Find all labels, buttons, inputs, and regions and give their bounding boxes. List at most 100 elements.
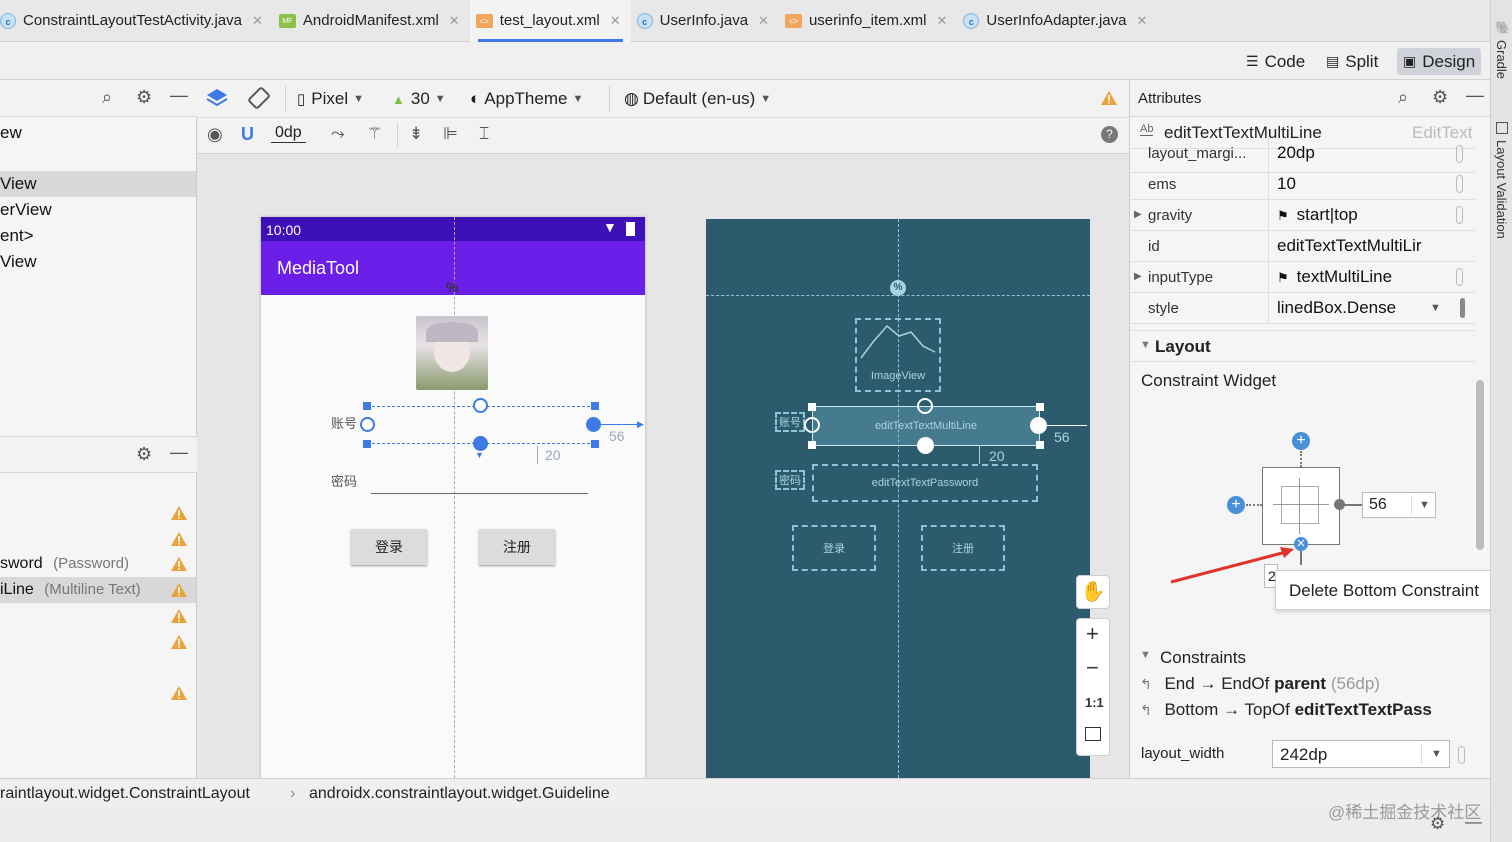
pack-icon[interactable]: ⇟ [409,124,423,144]
search-icon[interactable]: ⌕ [1398,87,1408,108]
theme-selector[interactable]: ◐ AppTheme ▼ [470,88,583,110]
layout-validation-tool-button[interactable]: Layout Validation [1494,140,1509,239]
locale-selector[interactable]: ◍ Default (en-us) ▼ [624,88,771,110]
zoom-actual-size[interactable]: 1:1 [1085,695,1104,710]
end-anchor[interactable] [1030,417,1047,434]
password-field[interactable] [371,493,588,494]
attr-row-gravity[interactable]: ▶ gravity ⚑ start|top [1130,200,1475,231]
design-mode-button[interactable]: ▣ Design [1397,48,1482,75]
add-top-constraint-icon[interactable]: + [1292,432,1310,450]
gear-icon[interactable]: ⚙ [1430,814,1445,834]
register-button-outline[interactable]: 注册 [921,525,1005,571]
close-icon[interactable]: ✕ [758,13,769,29]
resize-handle[interactable] [591,440,599,448]
imageview-outline[interactable]: ImageView [855,318,941,392]
attr-value[interactable]: editTextTextMultiLir [1268,231,1468,261]
top-anchor[interactable] [917,398,933,414]
tab-androidmanifest[interactable]: MF AndroidManifest.xml ✕ [273,0,470,42]
constraints-section-title[interactable]: Constraints [1160,648,1246,668]
palette-item[interactable]: View [0,171,196,197]
expand-arrow-icon[interactable]: ▶ [1134,271,1142,282]
warning-icon[interactable] [170,608,188,624]
close-icon[interactable]: ✕ [936,13,947,29]
tab-constraintlayouttestactivity[interactable]: c ConstraintLayoutTestActivity.java ✕ [0,0,273,42]
breadcrumb-guideline[interactable]: androidx.constraintlayout.widget.Guideli… [309,779,610,809]
magic-wand-icon[interactable]: ⚚ [367,124,382,144]
help-icon[interactable]: ? [1101,126,1118,143]
layout-section-header[interactable]: ▼ Layout [1130,330,1475,362]
tab-userinfo[interactable]: c UserInfo.java ✕ [631,0,779,42]
resize-handle[interactable] [808,441,816,449]
resize-handle[interactable] [591,402,599,410]
top-anchor[interactable] [473,398,488,413]
gear-icon[interactable]: ⚙ [136,87,152,108]
close-icon[interactable]: ✕ [449,13,460,29]
chevron-down-icon[interactable]: ▼ [1430,302,1441,314]
attr-value[interactable]: linedBox.Dense [1268,293,1444,323]
tab-userinfoadapter[interactable]: c UserInfoAdapter.java ✕ [957,0,1157,42]
attr-value[interactable]: 20dp [1268,138,1468,168]
register-button[interactable]: 注册 [479,529,555,565]
guidelines-icon[interactable]: ⌶ [479,124,489,144]
pan-hand-icon[interactable]: ✋ [1076,575,1110,609]
breadcrumb-constraintlayout[interactable]: raintlayout.widget.ConstraintLayout [0,779,250,809]
code-mode-button[interactable]: ☰ Code [1240,48,1311,75]
palette-item[interactable]: View [0,249,196,275]
bottom-anchor[interactable] [917,437,934,454]
password-label-outline[interactable]: 密码 [775,470,805,490]
palette-item[interactable]: erView [0,197,196,223]
magnet-icon[interactable]: U [241,124,254,145]
resize-handle[interactable] [363,440,371,448]
end-constraint-dot[interactable] [1334,499,1345,510]
guideline-percent-marker[interactable]: % [446,279,458,295]
attr-reference-button[interactable] [1456,175,1463,193]
attr-value[interactable]: 10 [1268,169,1468,199]
close-icon[interactable]: ✕ [610,13,621,29]
layers-icon[interactable] [205,86,229,110]
device-selector[interactable]: ▯ Pixel ▼ [297,88,364,110]
minimize-icon[interactable]: — [1465,812,1482,832]
resize-handle[interactable] [1036,403,1044,411]
login-button-outline[interactable]: 登录 [792,525,876,571]
constraint-row-end[interactable]: ↰ End → EndOf parent (56dp) [1140,674,1490,698]
attr-reference-button[interactable] [1458,746,1465,764]
warning-icon[interactable] [170,505,188,521]
attr-value[interactable]: ⚑ start|top [1268,200,1468,230]
attr-reference-button[interactable] [1456,206,1463,224]
palette-item[interactable]: ent> [0,223,196,249]
close-icon[interactable]: ✕ [1136,13,1147,29]
bottom-anchor[interactable] [473,436,488,451]
api-level-selector[interactable]: ▲ 30 ▼ [392,88,446,110]
design-preview[interactable]: 10:00 ▼ MediaTool % 账号 密码 ▶ 56 20 ▼ 登录 注… [261,217,645,778]
warning-icon[interactable] [170,556,188,572]
vertical-guideline[interactable] [454,217,455,778]
add-start-constraint-icon[interactable]: + [1227,496,1245,514]
warning-icon[interactable] [170,685,188,701]
guideline-percent-marker[interactable]: % [890,280,906,296]
warning-icon[interactable] [170,634,188,650]
clear-constraints-icon[interactable]: ⤳ [331,124,345,144]
scrollbar-thumb[interactable] [1460,298,1465,318]
blueprint-view[interactable]: % ImageView 账号 密码 editTextTextMultiLine … [706,219,1090,778]
gear-icon[interactable]: ⚙ [136,444,152,465]
gear-icon[interactable]: ⚙ [1432,87,1448,108]
account-label-outline[interactable]: 账号 [775,412,805,432]
attr-reference-button[interactable] [1456,268,1463,286]
warning-icon[interactable] [1100,90,1118,106]
tab-userinfo-item[interactable]: <> userinfo_item.xml ✕ [779,0,957,42]
warning-icon[interactable] [170,531,188,547]
layout-width-field[interactable]: 242dp ▼ [1272,740,1450,768]
end-margin-field[interactable]: 56 ▼ [1362,492,1436,518]
align-icon[interactable]: ⊫ [443,124,458,144]
orientation-icon[interactable] [247,86,271,110]
attributes-scrollbar[interactable] [1476,380,1484,550]
tree-row-multiline[interactable]: iLine (Multiline Text) [0,577,196,603]
eye-icon[interactable]: ◉ [207,124,223,145]
attr-row-ems[interactable]: ems 10 [1130,169,1475,200]
gradle-tool-button[interactable]: Gradle [1494,40,1509,79]
start-anchor[interactable] [804,417,820,433]
palette-item[interactable]: ew [0,120,196,146]
attr-value[interactable]: ⚑ textMultiLine [1268,262,1468,292]
attr-row-id[interactable]: id editTextTextMultiLir [1130,231,1475,262]
constraint-row-bottom[interactable]: ↰ Bottom → TopOf editTextTextPass [1140,700,1490,724]
